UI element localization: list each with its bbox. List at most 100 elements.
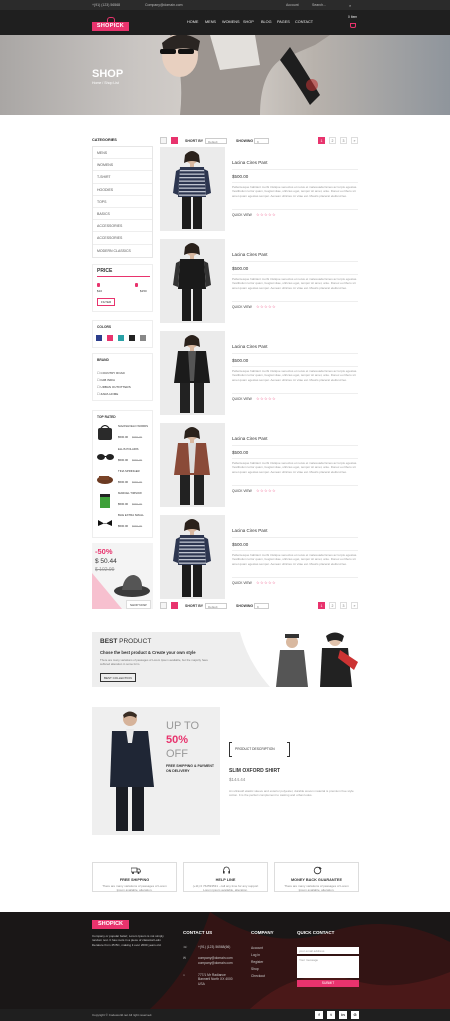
product-image[interactable] (160, 515, 225, 599)
quick-email-input[interactable]: your email address (297, 947, 359, 954)
contact-title: CONTACT US (183, 930, 213, 935)
brand-item-urban[interactable]: ☐ URBAN OUTFITTERS (97, 385, 131, 389)
nav-pages[interactable]: PAGES (277, 20, 290, 24)
sort-select[interactable]: Default (205, 138, 227, 144)
best-collection-button[interactable]: BEST COLLECTION (100, 673, 136, 682)
product-image[interactable] (160, 239, 225, 323)
quick-view-link[interactable]: QUICK VIEW (232, 581, 252, 585)
top-rated-name[interactable]: TINA SPRINGER (118, 469, 152, 474)
cart-count: 0 Item (348, 15, 358, 19)
email-text[interactable]: Company@domain.com (145, 3, 183, 7)
truck-icon (131, 867, 141, 874)
page-3[interactable]: 3 (340, 602, 347, 609)
footer-link-account[interactable]: Account (251, 946, 263, 950)
price-slider-handle[interactable] (135, 283, 138, 287)
footer-email-2[interactable]: company@domain.com (198, 961, 233, 965)
product-image[interactable] (160, 423, 225, 507)
product-title[interactable]: Lacina Cires Pant (232, 344, 268, 349)
nav-blog[interactable]: BLOG (261, 20, 272, 24)
color-swatch[interactable] (107, 335, 113, 341)
category-item[interactable]: TOPS (93, 196, 152, 208)
color-swatch[interactable] (140, 335, 146, 341)
price-slider-handle[interactable] (97, 283, 100, 287)
category-item[interactable]: T-SHIRT (93, 171, 152, 184)
page-3[interactable]: 3 (340, 137, 347, 144)
product-title[interactable]: Lacina Cires Pant (232, 528, 268, 533)
divider (232, 458, 358, 459)
brand-item-country-road[interactable]: ☐ COUNTRY ROAD (97, 371, 125, 375)
footer-logo[interactable]: SHOPICK (92, 920, 129, 929)
page-1[interactable]: 1 (318, 137, 325, 144)
product-title[interactable]: Lacina Cires Pant (232, 160, 268, 165)
sort-select[interactable]: Default (205, 603, 227, 609)
page-next[interactable]: » (351, 602, 358, 609)
submit-button[interactable]: SUBMIT (297, 980, 359, 987)
google-icon[interactable]: G (351, 1011, 359, 1019)
top-rated-name[interactable]: MARCEL TIMSOW (118, 491, 152, 496)
brand-item-fab-india[interactable]: ☐ FAB INDIA (97, 378, 115, 382)
page-1[interactable]: 1 (318, 602, 325, 609)
shop-now-button[interactable]: SHOP NOW (126, 600, 151, 609)
hero-model-image (160, 35, 330, 115)
price-filter: PRICE $10 $150 FILTER (92, 264, 153, 312)
product-image[interactable] (160, 331, 225, 415)
top-rated-price: $500.00 (118, 435, 129, 439)
page-2[interactable]: 2 (329, 602, 336, 609)
nav-contact[interactable]: CONTACT (295, 20, 313, 24)
page-next[interactable]: » (351, 137, 358, 144)
category-item[interactable]: BASICS (93, 208, 152, 221)
grid-view-icon[interactable] (160, 137, 167, 144)
showing-label: SHOWING (236, 139, 254, 143)
top-rated-name[interactable]: ELLIS POLARIS (118, 447, 152, 452)
category-item[interactable]: HOODIES (93, 184, 152, 196)
product-title[interactable]: Lacina Cires Pant (232, 252, 268, 257)
twitter-icon[interactable]: t (327, 1011, 335, 1019)
search-input[interactable]: Search... (312, 3, 326, 7)
quick-view-link[interactable]: QUICK VIEW (232, 397, 252, 401)
color-swatch[interactable] (118, 335, 124, 341)
nav-mens[interactable]: MENS (205, 20, 216, 24)
showing-select[interactable]: 9 (254, 603, 269, 609)
top-rated-name[interactable]: BLIE EXTRA SMALL (118, 513, 152, 518)
footer-link-shop[interactable]: Shop (251, 967, 259, 971)
quick-view-link[interactable]: QUICK VIEW (232, 489, 252, 493)
best-product-banner: BEST PRODUCT Chose the best product & Cr… (92, 632, 359, 687)
footer-link-register[interactable]: Register (251, 960, 263, 964)
top-rated-price: $500.00 (118, 458, 129, 462)
top-rated-thumb (100, 494, 110, 508)
footer-email[interactable]: company@domain.com (198, 956, 233, 960)
facebook-icon[interactable]: f (315, 1011, 323, 1019)
top-rated-name[interactable]: NAVASHVELO WORDS (118, 424, 152, 429)
footer-link-checkout[interactable]: Checkout (251, 974, 265, 978)
nav-womens[interactable]: WOMENS (222, 20, 240, 24)
showing-select[interactable]: 9 (254, 138, 269, 144)
account-link[interactable]: Account (286, 3, 299, 7)
cart-icon[interactable] (350, 23, 356, 28)
breadcrumb[interactable]: Home / Shop List (92, 81, 119, 85)
logo[interactable]: SHOPICK (92, 17, 129, 31)
product-price: $500.00 (232, 542, 249, 547)
color-swatch[interactable] (129, 335, 135, 341)
grid-view-icon[interactable] (160, 602, 167, 609)
brand-item-zara[interactable]: ☐ ZARA HOME (97, 392, 118, 396)
product-image[interactable] (160, 147, 225, 231)
quick-message-input[interactable]: Your message (297, 956, 359, 978)
color-swatch[interactable] (96, 335, 102, 341)
page-2[interactable]: 2 (329, 137, 336, 144)
category-item[interactable]: MENS (93, 147, 152, 160)
quick-view-link[interactable]: QUICK VIEW (232, 213, 252, 217)
nav-shop[interactable]: SHOP (243, 20, 254, 24)
footer-link-login[interactable]: Log in (251, 953, 260, 957)
product-title[interactable]: Lacina Cires Pant (232, 436, 268, 441)
nav-home[interactable]: HOME (187, 20, 198, 24)
category-item[interactable]: ACCESSORIES (93, 220, 152, 233)
category-item[interactable]: WOMENS (93, 159, 152, 172)
list-view-icon[interactable] (171, 602, 178, 609)
quick-view-link[interactable]: QUICK VIEW (232, 305, 252, 309)
list-view-icon[interactable] (171, 137, 178, 144)
search-icon[interactable]: ⌕ (349, 3, 351, 8)
linkedin-icon[interactable]: in (339, 1011, 347, 1019)
category-item[interactable]: MODERN CLASSICS (93, 245, 152, 257)
category-item[interactable]: ACCESSORIES (93, 232, 152, 245)
filter-button[interactable]: FILTER (97, 298, 116, 306)
